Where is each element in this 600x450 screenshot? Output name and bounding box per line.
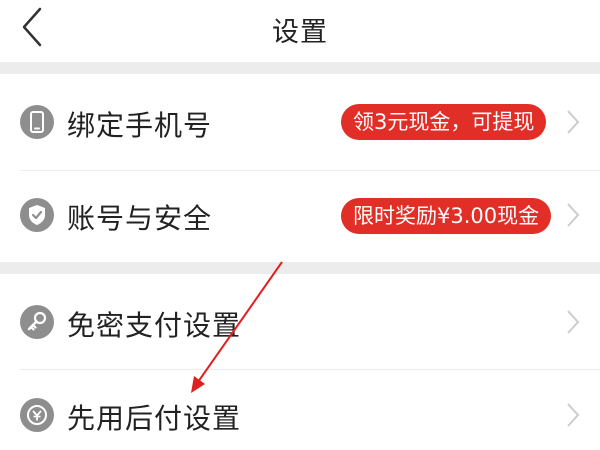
chevron-right-icon (566, 109, 580, 135)
top-nav-bar: 设置 (0, 0, 600, 62)
settings-row-password-free-pay[interactable]: 免密支付设置 (0, 274, 600, 369)
section-divider (0, 262, 600, 274)
reward-badge[interactable]: 领3元现金，可提现 (341, 104, 547, 140)
reward-badge[interactable]: 限时奖励¥3.00现金 (341, 198, 552, 234)
shield-check-icon (20, 198, 54, 232)
settings-row-pay-later[interactable]: 先用后付设置 (0, 370, 600, 450)
key-icon (20, 305, 54, 339)
chevron-right-icon (566, 402, 580, 428)
phone-icon (20, 105, 54, 139)
settings-row-account-security[interactable]: 账号与安全 限时奖励¥3.00现金 (0, 171, 600, 262)
settings-row-label: 账号与安全 (67, 202, 213, 235)
pay-later-icon (20, 398, 54, 432)
settings-row-label: 先用后付设置 (67, 402, 242, 435)
settings-row-label: 绑定手机号 (67, 109, 213, 142)
chevron-right-icon (566, 202, 580, 228)
page-title: 设置 (272, 17, 328, 48)
section-divider (0, 62, 600, 74)
chevron-right-icon (566, 309, 580, 335)
settings-row-bind-phone[interactable]: 绑定手机号 领3元现金，可提现 (0, 74, 600, 170)
settings-row-label: 免密支付设置 (67, 309, 242, 342)
